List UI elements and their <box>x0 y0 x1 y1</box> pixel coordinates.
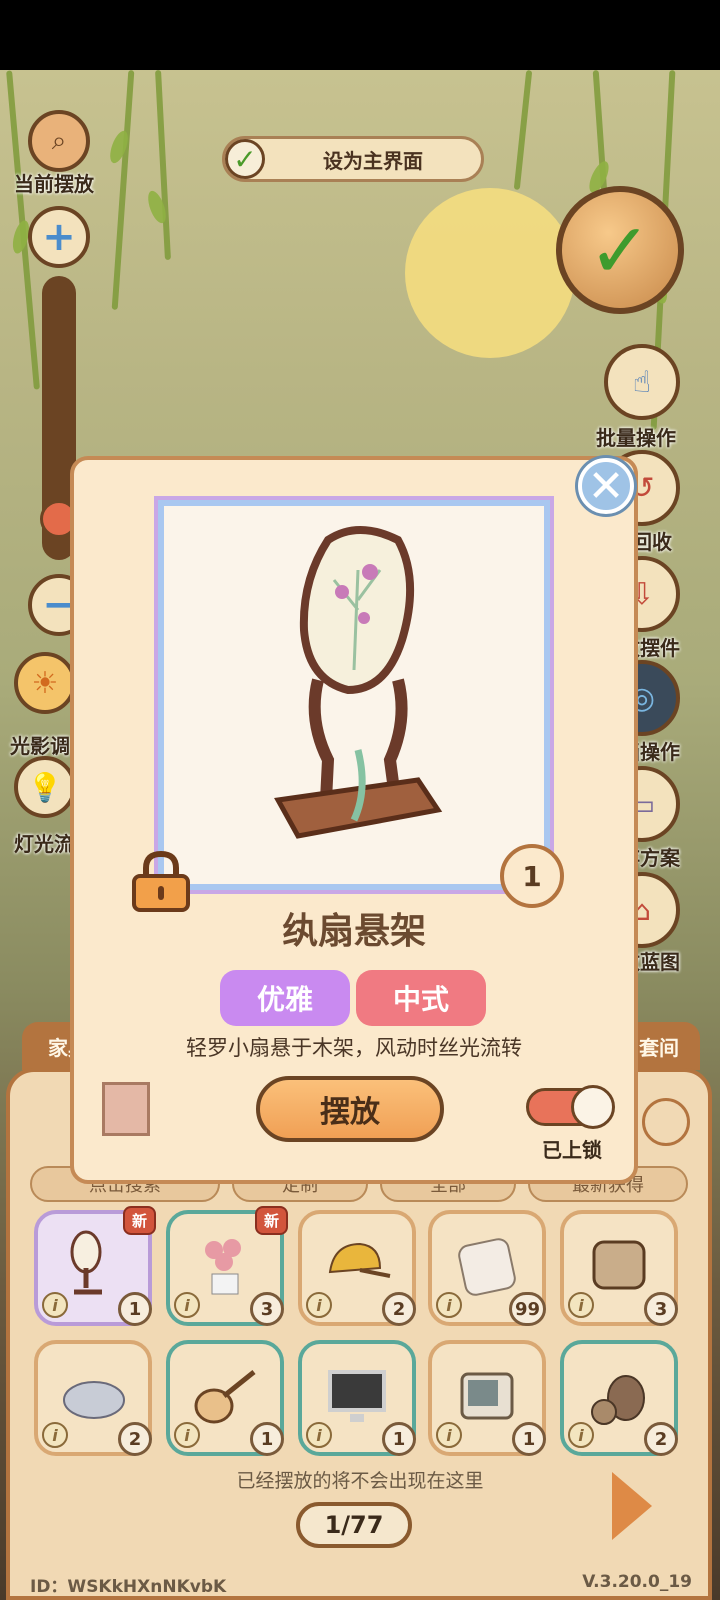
cap-icon <box>328 1242 391 1278</box>
item-count: 1 <box>118 1292 152 1326</box>
seal-plush-icon <box>63 1381 125 1419</box>
sun <box>405 188 575 358</box>
style-tag-elegant: 优雅 <box>220 970 350 1026</box>
inventory-slot[interactable]: i 2 <box>298 1210 416 1326</box>
lamp-label: 灯光流 <box>14 832 74 856</box>
check-icon: ✓ <box>225 139 265 179</box>
inventory-slot[interactable]: i 1 <box>428 1340 546 1456</box>
inventory-slot[interactable]: i 2 <box>560 1340 678 1456</box>
set-main-screen-toggle[interactable]: ✓ 设为主界面 <box>222 136 484 182</box>
item-count: 2 <box>644 1422 678 1456</box>
sun-icon: ☀ <box>31 665 59 701</box>
version-label: V.3.20.0_19 <box>582 1572 692 1592</box>
close-dialog-button[interactable]: ✕ <box>578 458 634 514</box>
inventory-slot[interactable]: 新 i 3 <box>166 1206 288 1326</box>
style-tag-chinese: 中式 <box>356 970 486 1026</box>
batch-operation-label: 批量操作 <box>596 426 676 450</box>
item-preview-frame <box>154 496 554 894</box>
new-badge: 新 <box>254 1206 288 1235</box>
info-icon[interactable]: i <box>306 1422 332 1448</box>
info-icon[interactable]: i <box>42 1292 68 1318</box>
lock-status-label: 已上锁 <box>542 1138 602 1162</box>
lock-toggle-knob <box>571 1085 615 1129</box>
info-icon[interactable]: i <box>306 1292 332 1318</box>
magnifier-icon: ⌕ <box>51 125 67 156</box>
plus-icon: + <box>42 214 76 260</box>
collapse-panel-button[interactable] <box>642 1098 690 1146</box>
current-placement-button[interactable]: ⌕ <box>28 110 90 172</box>
info-icon[interactable]: i <box>436 1422 462 1448</box>
batch-operation-button[interactable]: ☝ <box>604 344 680 420</box>
willow-strand <box>155 70 171 261</box>
rose-pot-icon <box>205 1239 241 1295</box>
info-icon[interactable]: i <box>436 1292 462 1318</box>
inventory-slot[interactable]: i 1 <box>298 1340 416 1456</box>
item-count: 99 <box>508 1292 546 1326</box>
willow-strand <box>111 70 135 310</box>
player-id: ID：WSKkHXnNKvbK <box>30 1577 227 1597</box>
status-bar <box>0 0 720 70</box>
item-count: 3 <box>250 1292 284 1326</box>
check-icon: ✓ <box>588 205 652 295</box>
hand-tap-icon: ☝ <box>632 364 652 400</box>
lamp-button[interactable]: 💡 <box>14 756 76 818</box>
confirm-button[interactable]: ✓ <box>556 186 684 314</box>
willow-strand <box>513 70 533 190</box>
inventory-slot[interactable]: i 2 <box>34 1340 152 1456</box>
item-count: 3 <box>644 1292 678 1326</box>
fan-stand-icon <box>70 1230 102 1295</box>
item-description: 轻罗小扇悬于木架，风动时丝光流转 <box>186 1036 522 1060</box>
clay-pots-icon <box>591 1375 645 1425</box>
fan-stand-illustration <box>274 526 443 839</box>
info-icon[interactable]: i <box>568 1292 594 1318</box>
page-indicator: 1/77 <box>296 1502 412 1548</box>
next-page-arrow-icon[interactable] <box>612 1472 652 1540</box>
item-count: 2 <box>118 1422 152 1456</box>
place-button[interactable]: 摆放 <box>256 1076 444 1142</box>
lock-toggle[interactable] <box>526 1085 615 1129</box>
inventory-slot[interactable]: i 1 <box>166 1340 284 1456</box>
info-icon[interactable]: i <box>568 1422 594 1448</box>
item-title: 纨扇悬架 <box>281 911 426 952</box>
zoom-in-button[interactable]: + <box>28 206 90 268</box>
retro-tv-icon <box>460 1372 514 1420</box>
light-shadow-button[interactable]: ☀ <box>14 652 76 714</box>
info-icon[interactable]: i <box>174 1292 200 1318</box>
close-icon: ✕ <box>587 460 625 512</box>
item-count: 2 <box>382 1292 416 1326</box>
item-count: 1 <box>250 1422 284 1456</box>
inventory-slot[interactable]: i 3 <box>560 1210 678 1326</box>
favorite-bookmark-icon[interactable] <box>102 1082 150 1136</box>
current-placement-label: 当前摆放 <box>14 172 94 196</box>
new-badge: 新 <box>122 1206 156 1235</box>
item-count: 1 <box>382 1422 416 1456</box>
patterned-pillow-icon <box>592 1240 646 1290</box>
inventory-slot[interactable]: i 99 <box>428 1210 546 1326</box>
item-count: 1 <box>512 1422 546 1456</box>
tv-icon <box>328 1370 386 1422</box>
owned-count-badge: 1 <box>500 844 564 908</box>
inventory-slot[interactable]: 新 i 1 <box>34 1206 156 1326</box>
info-icon[interactable]: i <box>174 1422 200 1448</box>
pipa-icon <box>194 1370 256 1424</box>
bulb-icon: 💡 <box>27 770 63 804</box>
light-shadow-label: 光影调 <box>10 734 70 758</box>
pillow-icon <box>458 1238 516 1296</box>
info-icon[interactable]: i <box>42 1422 68 1448</box>
set-main-screen-label: 设为主界面 <box>323 148 423 173</box>
